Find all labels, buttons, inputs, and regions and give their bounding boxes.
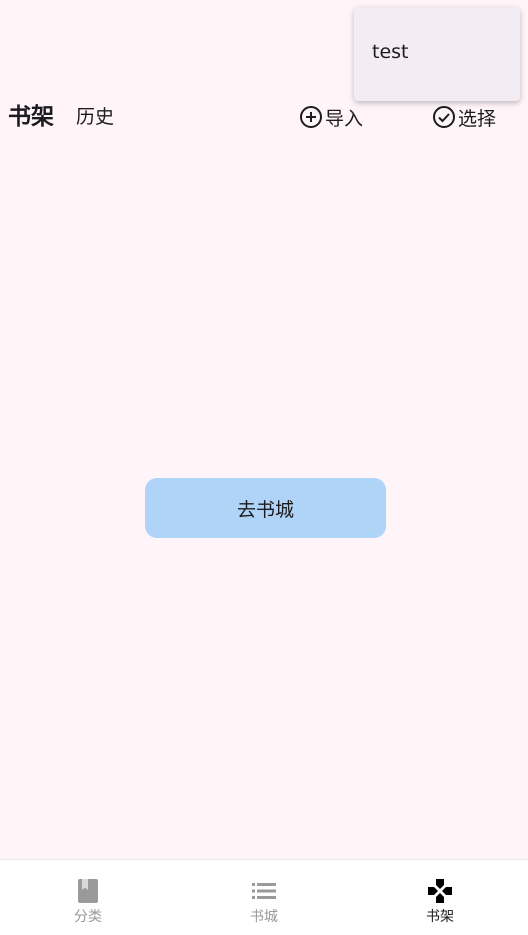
bottom-nav: 分类 书城 书架 — [0, 859, 528, 935]
select-label: 选择 — [458, 107, 497, 130]
nav-label-category: 分类 — [74, 909, 102, 925]
import-button[interactable]: 导入 — [299, 102, 363, 132]
list-icon — [251, 878, 277, 904]
app-screen: 书架 历史 导入 选择 test 去书城 分类 书城 书架 — [0, 0, 528, 935]
tab-history[interactable]: 历史 — [76, 104, 114, 130]
nav-item-bookshelf[interactable]: 书架 — [352, 860, 528, 935]
nav-label-store: 书城 — [250, 909, 278, 925]
popup-menu: test — [354, 7, 520, 101]
goto-store-button[interactable]: 去书城 — [145, 478, 386, 538]
check-circle-icon — [432, 105, 458, 129]
tab-bookshelf[interactable]: 书架 — [8, 102, 54, 132]
nav-label-bookshelf: 书架 — [426, 909, 454, 925]
popup-menu-item-test[interactable]: test — [372, 39, 409, 65]
add-circle-icon — [299, 105, 325, 129]
nav-item-category[interactable]: 分类 — [0, 860, 176, 935]
nav-item-store[interactable]: 书城 — [176, 860, 352, 935]
import-label: 导入 — [325, 107, 364, 130]
book-icon — [77, 878, 99, 904]
select-button[interactable]: 选择 — [432, 102, 496, 132]
gamepad-icon — [427, 878, 453, 904]
